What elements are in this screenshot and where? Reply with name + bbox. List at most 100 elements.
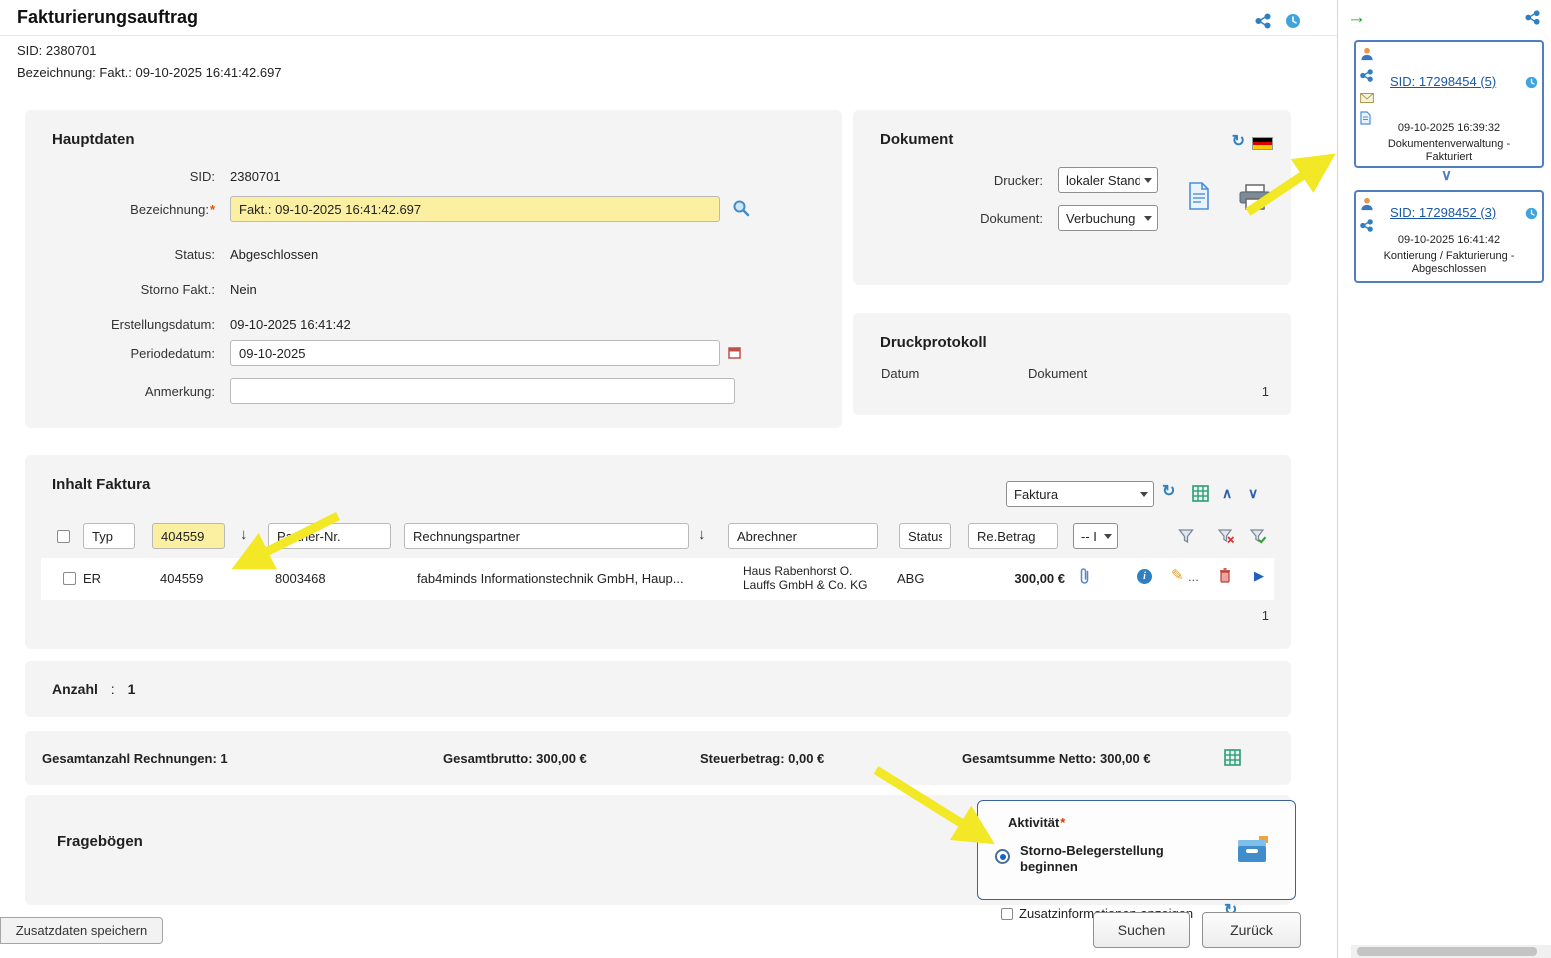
- filter-rebetrag-input[interactable]: [968, 523, 1058, 549]
- filter-rechnungspartner-input[interactable]: [404, 523, 689, 549]
- select-all-checkbox[interactable]: [57, 530, 70, 543]
- zurueck-button[interactable]: Zurück: [1202, 912, 1301, 948]
- card-desc-line1: Kontierung / Fakturierung -: [1356, 250, 1542, 262]
- filter-nr-input[interactable]: [152, 523, 225, 549]
- history-clock-icon[interactable]: [1285, 13, 1301, 34]
- steuerbetrag: Steuerbetrag: 0,00 €: [700, 751, 824, 766]
- storno-option-label[interactable]: Storno-Belegerstellungbeginnen: [1020, 843, 1164, 875]
- sid-link[interactable]: SID: 17298452 (3): [1390, 205, 1496, 220]
- filter-clear-icon[interactable]: [1218, 528, 1235, 549]
- sid-label: SID:: [25, 169, 215, 184]
- card-timestamp: 09-10-2025 16:39:32: [1356, 122, 1542, 134]
- envelope-icon: [1360, 90, 1374, 108]
- chevron-up-icon[interactable]: ∧: [1222, 486, 1232, 500]
- scrollbar-thumb[interactable]: [1357, 947, 1537, 956]
- forward-arrow-icon[interactable]: →: [1347, 8, 1366, 27]
- paperclip-icon[interactable]: [1078, 567, 1091, 590]
- history-card[interactable]: SID: 17298452 (3) 09-10-2025 16:41:42 Ko…: [1354, 190, 1544, 283]
- card-desc-line1: Dokumentenverwaltung -: [1356, 138, 1542, 150]
- row-checkbox[interactable]: [63, 572, 76, 585]
- search-icon[interactable]: [732, 199, 750, 219]
- printer-icon[interactable]: [1238, 184, 1272, 215]
- horizontal-scrollbar[interactable]: [1351, 945, 1551, 958]
- dokument-select-value: Verbuchung: [1066, 211, 1140, 226]
- col-datum: Datum: [881, 366, 919, 381]
- archive-box-icon: [1235, 835, 1269, 870]
- inhalt-page-count: 1: [1262, 608, 1269, 623]
- drucker-select[interactable]: lokaler Standard: [1058, 167, 1158, 193]
- clock-icon[interactable]: [1525, 207, 1538, 225]
- header-sid-line: SID: 2380701: [17, 43, 97, 58]
- sid-row: SID: 2380701: [25, 162, 281, 190]
- share-icon[interactable]: [1525, 10, 1540, 30]
- cell-nr: 404559: [160, 571, 203, 586]
- filter-partner-nr-input[interactable]: [268, 523, 391, 549]
- history-card[interactable]: SID: 17298454 (5) 09-10-2025 16:39:32 Do…: [1354, 40, 1544, 168]
- table-grid-icon[interactable]: [1192, 485, 1209, 507]
- anzahl-colon: :: [111, 681, 115, 697]
- edit-pencil-icon[interactable]: ✎: [1171, 568, 1184, 583]
- chevron-down-icon: ∨: [1441, 168, 1452, 183]
- chevron-down-icon: [1140, 492, 1148, 497]
- druckprotokoll-title: Druckprotokoll: [880, 334, 987, 351]
- calculator-icon[interactable]: [1224, 749, 1241, 771]
- filter-abrechner-input[interactable]: [728, 523, 878, 549]
- filter-funnel-icon[interactable]: [1178, 528, 1194, 549]
- bezeichnung-label: Bezeichnung:*: [25, 202, 215, 217]
- refresh-icon[interactable]: ↻: [1162, 484, 1175, 500]
- info-icon[interactable]: i: [1137, 569, 1152, 584]
- sid-link[interactable]: SID: 17298454 (5): [1390, 74, 1496, 89]
- clock-icon[interactable]: [1525, 76, 1538, 94]
- chevron-down-icon: [1144, 216, 1152, 221]
- anmerkung-input[interactable]: [230, 378, 735, 404]
- person-icon: [1360, 47, 1374, 66]
- chevron-down-icon[interactable]: ∨: [1248, 486, 1258, 500]
- dokument-select[interactable]: Verbuchung: [1058, 205, 1158, 231]
- inhalt-faktura-title: Inhalt Faktura: [52, 476, 150, 493]
- required-mark: *: [210, 202, 215, 217]
- chevron-down-icon: [1144, 178, 1152, 183]
- bezeichnung-input[interactable]: [230, 196, 720, 222]
- view-select[interactable]: Faktura: [1006, 481, 1154, 507]
- filter-typ-input[interactable]: [83, 523, 135, 549]
- card-timestamp: 09-10-2025 16:41:42: [1356, 234, 1542, 246]
- frageboegen-title: Fragebögen: [57, 833, 143, 850]
- refresh-icon[interactable]: ↻: [1232, 134, 1245, 150]
- filter-apply-icon[interactable]: [1250, 528, 1267, 549]
- filter-select[interactable]: -- I: [1073, 523, 1118, 549]
- page-header: Fakturierungsauftrag: [0, 0, 1337, 36]
- filter-status-input[interactable]: [899, 523, 951, 549]
- share-icon: [1360, 69, 1374, 87]
- dokument-panel: Dokument ↻ Drucker: lokaler Standard Dok…: [853, 110, 1291, 285]
- delete-trash-icon[interactable]: [1219, 568, 1231, 588]
- more-options[interactable]: ...: [1188, 569, 1199, 584]
- inhalt-faktura-panel: Inhalt Faktura Faktura ↻ ∧ ∨ ↓ ↓ -- I: [25, 455, 1291, 649]
- german-flag-icon[interactable]: [1252, 137, 1273, 150]
- erstellungsdatum-row: Erstellungsdatum: 09-10-2025 16:41:42: [25, 310, 351, 338]
- card-desc-line2: Fakturiert: [1356, 151, 1542, 163]
- zusatzdaten-speichern-button[interactable]: Zusatzdaten speichern: [0, 917, 163, 944]
- periodedatum-label: Periodedatum:: [25, 346, 215, 361]
- hauptdaten-title: Hauptdaten: [52, 131, 135, 148]
- drucker-label: Drucker:: [853, 173, 1043, 188]
- periodedatum-row: Periodedatum:: [25, 339, 741, 367]
- required-mark: *: [1060, 815, 1065, 830]
- suchen-button[interactable]: Suchen: [1093, 912, 1190, 948]
- sort-desc-icon[interactable]: ↓: [698, 527, 706, 542]
- card-desc-line2: Abgeschlossen: [1356, 263, 1542, 275]
- chevron-down-icon: [1104, 534, 1112, 539]
- storno-radio[interactable]: [995, 849, 1010, 864]
- dokument-title: Dokument: [880, 131, 953, 148]
- periodedatum-input[interactable]: [230, 340, 720, 366]
- header-bezeichnung-line: Bezeichnung: Fakt.: 09-10-2025 16:41:42.…: [17, 65, 282, 80]
- document-preview-icon[interactable]: [1188, 182, 1210, 215]
- calendar-icon[interactable]: [728, 346, 741, 361]
- open-row-arrow-icon[interactable]: ▶: [1254, 569, 1264, 582]
- dokument-label: Dokument:: [853, 211, 1043, 226]
- zusatzinformationen-checkbox[interactable]: [1001, 908, 1013, 920]
- share-icon[interactable]: [1255, 13, 1271, 34]
- status-row: Status: Abgeschlossen: [25, 240, 318, 268]
- page-title: Fakturierungsauftrag: [17, 7, 198, 28]
- sort-desc-icon[interactable]: ↓: [240, 527, 248, 542]
- fakturierungsauftrag-page: Fakturierungsauftrag SID: 2380701 Bezeic…: [0, 0, 1551, 958]
